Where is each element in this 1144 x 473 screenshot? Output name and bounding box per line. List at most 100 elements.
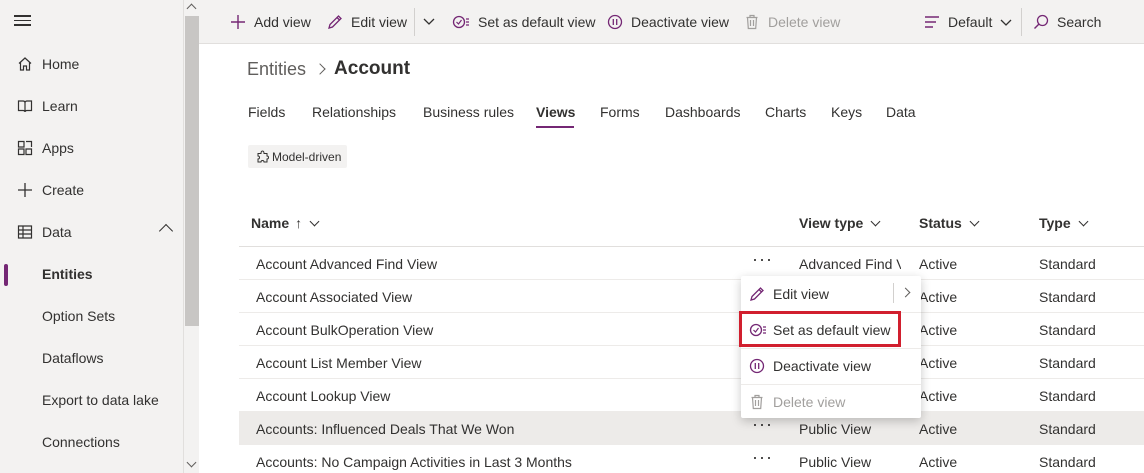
view-filter-dropdown[interactable]: Default	[924, 0, 1012, 44]
table-row[interactable]: Account Advanced Find View ··· Advanced …	[239, 247, 1144, 280]
table-row[interactable]: Accounts: No Campaign Activities in Last…	[239, 445, 1144, 473]
delete-view-button[interactable]: Delete view	[744, 0, 840, 44]
sidebar-item-option-sets[interactable]: Option Sets	[0, 295, 183, 337]
table-row[interactable]: Accounts: Influenced Deals That We Won ·…	[239, 412, 1144, 445]
filter-label: Default	[948, 14, 993, 30]
cell-name[interactable]: Account Associated View	[256, 289, 412, 305]
more-options-icon[interactable]: ···	[752, 447, 773, 468]
search-button[interactable]: Search	[1033, 0, 1101, 44]
hamburger-menu-icon[interactable]	[14, 12, 34, 32]
column-header-status[interactable]: Status	[919, 215, 980, 231]
pencil-icon	[749, 286, 765, 302]
sidebar-item-home[interactable]: Home	[0, 43, 183, 85]
tab-forms[interactable]: Forms	[600, 104, 640, 120]
table-row[interactable]: Account Lookup View Active Standard	[239, 379, 1144, 412]
sidebar-item-apps[interactable]: Apps	[0, 127, 183, 169]
cell-status: Active	[919, 388, 958, 404]
scroll-thumb[interactable]	[185, 16, 199, 326]
sidebar-item-export-to-data-lake[interactable]: Export to data lake	[0, 379, 183, 421]
menu-item-deactivate-view[interactable]: Deactivate view	[741, 348, 921, 384]
sidebar-item-label: Learn	[42, 98, 78, 114]
trash-icon	[744, 14, 760, 30]
tab-fields[interactable]: Fields	[248, 104, 285, 120]
search-icon	[1033, 14, 1049, 30]
sidebar-item-entities[interactable]: Entities	[0, 253, 183, 295]
sidebar-item-connections[interactable]: Connections	[0, 421, 183, 463]
puzzle-icon	[256, 150, 269, 163]
breadcrumb-parent[interactable]: Entities	[247, 59, 306, 80]
cell-view-type: Advanced Find View	[799, 256, 901, 272]
cell-name[interactable]: Account List Member View	[256, 355, 421, 371]
column-header-type[interactable]: Type	[1039, 215, 1089, 231]
sort-ascending-icon: ↑	[295, 215, 303, 231]
table-row[interactable]: Account List Member View Active Standard	[239, 346, 1144, 379]
command-bar: Add view Edit view Set as default view D…	[199, 0, 1144, 44]
model-driven-tag: Model-driven	[248, 145, 348, 168]
scroll-up-icon[interactable]	[186, 3, 197, 14]
lines-icon	[924, 15, 940, 29]
apps-icon	[16, 139, 34, 157]
column-header-label: View type	[799, 215, 864, 231]
menu-item-label: Delete view	[773, 394, 846, 410]
trash-icon	[749, 394, 765, 410]
column-header-label: Type	[1039, 215, 1071, 231]
tab-keys[interactable]: Keys	[831, 104, 862, 120]
menu-item-edit-view[interactable]: Edit view	[741, 276, 921, 312]
tag-label: Model-driven	[272, 149, 342, 164]
cell-name[interactable]: Account Advanced Find View	[256, 256, 437, 272]
add-view-button[interactable]: Add view	[230, 0, 311, 44]
sidebar-item-label: Data	[42, 224, 72, 240]
sidebar-item-data[interactable]: Data	[0, 211, 183, 253]
chevron-right-icon[interactable]	[900, 287, 911, 298]
tab-relationships[interactable]: Relationships	[312, 104, 396, 120]
cell-name[interactable]: Account Lookup View	[256, 388, 390, 404]
divider	[414, 8, 415, 36]
row-context-menu: Edit view Set as default view Deactivate…	[741, 276, 921, 418]
sidebar-item-dataflows[interactable]: Dataflows	[0, 337, 183, 379]
menu-item-set-default-view[interactable]: Set as default view	[741, 312, 921, 348]
tab-data[interactable]: Data	[886, 104, 916, 120]
column-header-view-type[interactable]: View type	[799, 215, 881, 231]
cell-status: Active	[919, 454, 958, 470]
cell-name[interactable]: Account BulkOperation View	[256, 322, 433, 338]
deactivate-view-button[interactable]: Deactivate view	[607, 0, 729, 44]
menu-item-delete-view[interactable]: Delete view	[741, 384, 921, 420]
column-header-name[interactable]: Name ↑	[251, 215, 320, 231]
cell-view-type: Public View	[799, 421, 872, 437]
sidebar-item-create[interactable]: Create	[0, 169, 183, 211]
set-default-view-button[interactable]: Set as default view	[452, 0, 596, 44]
tab-charts[interactable]: Charts	[765, 104, 806, 120]
more-options-icon[interactable]: ···	[752, 249, 773, 270]
sidebar-item-label: Home	[42, 56, 80, 72]
sidebar-item-label: Connections	[42, 434, 120, 450]
sidebar-item-label: Entities	[42, 266, 93, 282]
sidebar-scrollbar[interactable]	[183, 0, 199, 473]
chevron-down-icon	[969, 216, 980, 226]
active-indicator	[4, 264, 8, 286]
table-row[interactable]: Account BulkOperation View Active Standa…	[239, 313, 1144, 346]
breadcrumb: Entities Account	[247, 58, 410, 80]
home-icon	[16, 55, 34, 73]
edit-view-button[interactable]: Edit view	[327, 0, 407, 44]
cell-name[interactable]: Accounts: No Campaign Activities in Last…	[256, 454, 572, 470]
tab-dashboards[interactable]: Dashboards	[665, 104, 741, 120]
cell-status: Active	[919, 256, 958, 272]
chevron-down-icon	[1000, 16, 1012, 28]
divider	[893, 283, 894, 303]
edit-view-label: Edit view	[351, 14, 408, 30]
chevron-up-icon[interactable]	[158, 223, 174, 239]
sidebar-item-learn[interactable]: Learn	[0, 85, 183, 127]
menu-item-label: Deactivate view	[773, 358, 872, 374]
page-title: Account	[334, 58, 411, 79]
edit-view-dropdown-button[interactable]	[423, 0, 435, 44]
chevron-down-icon	[309, 216, 320, 226]
scroll-down-icon[interactable]	[186, 457, 197, 468]
table-row[interactable]: Account Associated View Active Standard	[239, 280, 1144, 313]
cell-name[interactable]: Accounts: Influenced Deals That We Won	[256, 421, 514, 437]
cell-type: Standard	[1039, 388, 1096, 404]
tab-views[interactable]: Views	[536, 104, 575, 120]
tab-business-rules[interactable]: Business rules	[423, 104, 514, 120]
cell-view-type: Public View	[799, 454, 872, 470]
chevron-down-icon	[423, 14, 435, 30]
book-icon	[16, 97, 34, 115]
